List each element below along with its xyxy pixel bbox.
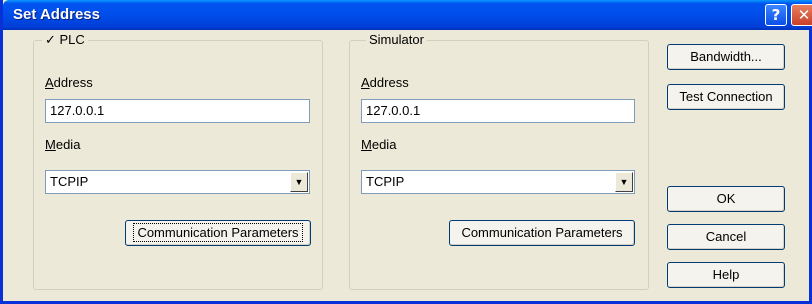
plc-address-input[interactable]: 127.0.0.1 (45, 99, 310, 123)
simulator-media-label: Media (361, 137, 397, 152)
plc-group-legend: ✓ PLC (42, 32, 88, 48)
simulator-address-label: Address (361, 75, 409, 90)
help-button[interactable]: Help (667, 262, 785, 288)
simulator-communication-parameters-button[interactable]: Communication Parameters (449, 220, 635, 246)
set-address-dialog: Set Address ? ✕ ✓ PLC Address 127.0.0.1 … (0, 0, 812, 304)
help-icon[interactable]: ? (765, 4, 787, 26)
bandwidth-button[interactable]: Bandwidth... (667, 44, 785, 70)
cancel-button[interactable]: Cancel (667, 224, 785, 250)
plc-media-label: Media (45, 137, 81, 152)
window-title: Set Address (13, 6, 100, 23)
plc-media-value: TCPIP (50, 174, 89, 189)
chevron-down-icon[interactable]: ▼ (615, 172, 633, 192)
plc-communication-parameters-button[interactable]: Communication Parameters (125, 220, 311, 246)
chevron-down-icon[interactable]: ▼ (290, 172, 308, 192)
simulator-media-select[interactable]: TCPIP ▼ (361, 170, 635, 194)
plc-address-label: Address (45, 75, 93, 90)
simulator-media-value: TCPIP (366, 174, 405, 189)
close-icon[interactable]: ✕ (791, 4, 812, 26)
simulator-address-input[interactable]: 127.0.0.1 (361, 99, 635, 123)
ok-button[interactable]: OK (667, 186, 785, 212)
simulator-group-legend: Simulator (366, 32, 427, 47)
plc-address-label-text: ddress (53, 75, 93, 90)
test-connection-button[interactable]: Test Connection (667, 84, 785, 110)
plc-media-select[interactable]: TCPIP ▼ (45, 170, 310, 194)
title-bar[interactable]: Set Address ? ✕ (3, 0, 812, 30)
